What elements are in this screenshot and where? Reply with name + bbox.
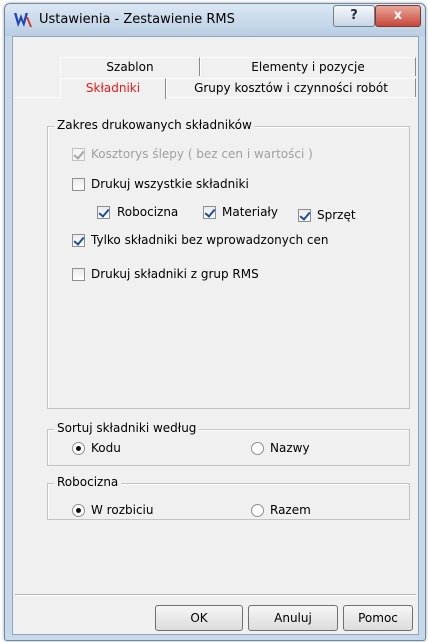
dialog-client-area: Szablon Elementy i pozycje Składniki Gru… (12, 36, 419, 635)
sortuj-nazwy-label[interactable]: Nazwy (270, 441, 310, 455)
ok-button[interactable]: OK (155, 605, 243, 631)
title-bar[interactable]: Ustawienia - Zestawienie RMS ? x (5, 4, 425, 36)
help-button[interactable]: ? (333, 5, 375, 27)
button-separator (15, 594, 416, 596)
w-rozbiciu-label[interactable]: W rozbiciu (91, 503, 153, 517)
z-grup-rms-checkbox[interactable] (72, 268, 85, 281)
tab-skladniki[interactable]: Składniki (60, 78, 166, 99)
app-logo-icon (14, 13, 32, 27)
kosztorys-slepy-checkbox (72, 148, 85, 161)
drukuj-wszystkie-checkbox[interactable] (72, 178, 85, 191)
sprzet-label[interactable]: Sprzęt (317, 208, 356, 222)
window-title: Ustawienia - Zestawienie RMS (39, 12, 235, 27)
settings-window: Ustawienia - Zestawienie RMS ? x Szablon… (4, 3, 426, 641)
sortuj-kodu-label[interactable]: Kodu (91, 441, 121, 455)
tylko-bez-cen-checkbox[interactable] (72, 234, 85, 247)
w-rozbiciu-radio[interactable] (72, 504, 85, 517)
razem-label[interactable]: Razem (270, 503, 311, 517)
razem-radio[interactable] (251, 504, 264, 517)
anuluj-button[interactable]: Anuluj (248, 605, 338, 631)
sortuj-kodu-radio[interactable] (72, 442, 85, 455)
pomoc-button[interactable]: Pomoc (343, 605, 413, 631)
materialy-label[interactable]: Materiały (222, 205, 278, 219)
tab-szablon[interactable]: Szablon (60, 57, 200, 76)
zakres-group-label: Zakres drukowanych składników (54, 118, 255, 132)
sortuj-group-label: Sortuj składniki według (54, 421, 200, 435)
robocizna-checkbox[interactable] (97, 206, 110, 219)
materialy-checkbox[interactable] (203, 206, 216, 219)
close-button[interactable]: x (375, 5, 421, 27)
sprzet-checkbox[interactable] (298, 209, 311, 222)
tab-grupy-kosztow[interactable]: Grupy kosztów i czynności robót (166, 78, 416, 97)
drukuj-wszystkie-label[interactable]: Drukuj wszystkie składniki (91, 177, 249, 191)
tab-elementy-i-pozycje[interactable]: Elementy i pozycje (200, 57, 416, 76)
robocizna-label[interactable]: Robocizna (117, 205, 178, 219)
z-grup-rms-label[interactable]: Drukuj składniki z grup RMS (91, 267, 259, 281)
robocizna-group-label: Robocizna (54, 475, 122, 489)
kosztorys-slepy-label: Kosztorys ślepy ( bez cen i wartości ) (91, 147, 313, 161)
sortuj-nazwy-radio[interactable] (251, 442, 264, 455)
tylko-bez-cen-label[interactable]: Tylko składniki bez wprowadzonych cen (91, 233, 329, 247)
